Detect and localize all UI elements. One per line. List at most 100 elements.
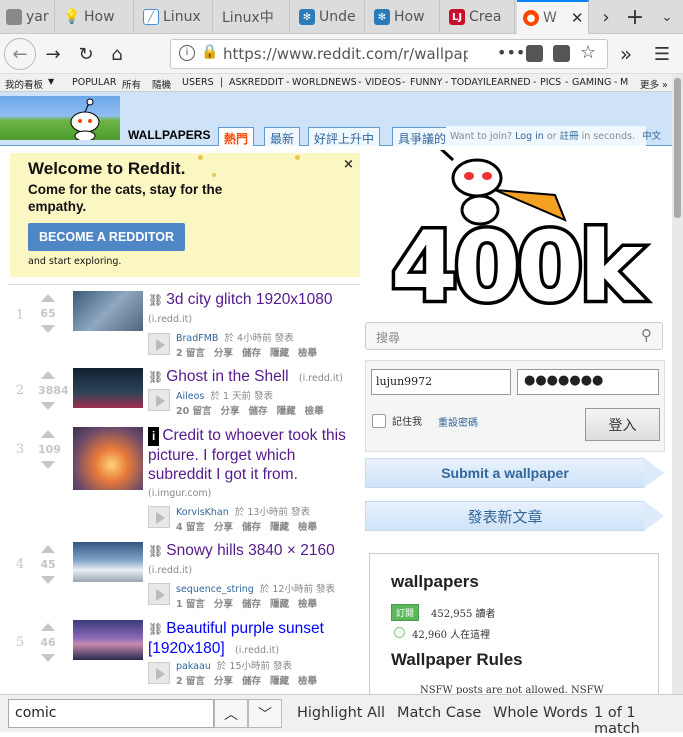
sr-link[interactable]: VIDEOS	[365, 77, 401, 88]
more-icon[interactable]: •••	[497, 43, 525, 62]
login-link[interactable]: Log in	[515, 131, 544, 142]
find-previous-button[interactable]: ︿	[214, 699, 248, 728]
hide-link[interactable]: 隱藏	[270, 676, 289, 687]
username-field[interactable]: lujun9972	[371, 369, 511, 395]
chevron-right-icon[interactable]: ›	[591, 0, 621, 34]
downvote-icon[interactable]	[41, 654, 55, 662]
comments-link[interactable]: 2 留言	[176, 676, 205, 687]
match-case-toggle[interactable]: Match Case	[397, 705, 481, 721]
login-button[interactable]: 登入	[585, 408, 660, 441]
register-link[interactable]: 註冊	[560, 131, 579, 142]
save-link[interactable]: 儲存	[242, 599, 261, 610]
expand-button[interactable]	[148, 389, 170, 411]
url-bar[interactable]: i 🔒 https://www.reddit.com/r/wallpape ••…	[170, 39, 608, 69]
home-button[interactable]: ⌂	[101, 38, 133, 70]
whole-words-toggle[interactable]: Whole Words	[493, 705, 588, 721]
post-title[interactable]: Ghost in the Shell	[166, 368, 288, 385]
subscribe-button[interactable]: 訂閱	[391, 604, 420, 621]
report-link[interactable]: 檢舉	[298, 522, 317, 533]
expand-button[interactable]	[148, 506, 170, 528]
downvote-icon[interactable]	[41, 461, 55, 469]
hide-link[interactable]: 隱藏	[270, 522, 289, 533]
post-domain[interactable]: (i.imgur.com)	[148, 484, 358, 503]
new-tab-button[interactable]: +	[620, 0, 650, 34]
info-icon[interactable]: i	[179, 45, 195, 61]
subreddit-title[interactable]: WALLPAPERS	[128, 128, 210, 142]
tab-active[interactable]: ● W ✕	[517, 0, 589, 34]
save-link[interactable]: 儲存	[242, 522, 261, 533]
scrollbar-thumb[interactable]	[674, 78, 681, 218]
post-thumbnail[interactable]	[73, 542, 143, 582]
sr-link[interactable]: PICS	[540, 77, 561, 88]
sr-link[interactable]: USERS	[182, 77, 214, 88]
scrollbar[interactable]	[672, 74, 683, 694]
submit-text-button[interactable]: 發表新文章	[365, 501, 664, 531]
author-link[interactable]: pakaau	[176, 661, 211, 672]
sr-link[interactable]: TODAYILEARNED	[451, 77, 531, 88]
share-link[interactable]: 分享	[214, 676, 233, 687]
expand-button[interactable]	[148, 333, 170, 355]
more-link[interactable]: 更多 »	[636, 77, 668, 91]
search-icon[interactable]: ⚲	[641, 326, 652, 344]
author-link[interactable]: BradFMB	[176, 333, 218, 344]
report-link[interactable]: 檢舉	[298, 348, 317, 359]
overflow-icon[interactable]: »	[610, 38, 642, 70]
comments-link[interactable]: 4 留言	[176, 522, 205, 533]
post-domain[interactable]: (i.redd.it)	[299, 373, 343, 384]
subreddit-banner[interactable]	[0, 96, 120, 142]
hide-link[interactable]: 隱藏	[270, 348, 289, 359]
remember-me[interactable]: 記住我	[372, 413, 422, 428]
close-tab-icon[interactable]: ✕	[571, 9, 584, 27]
post-domain[interactable]: (i.redd.it)	[148, 310, 358, 329]
comments-link[interactable]: 20 留言	[176, 406, 212, 417]
back-button[interactable]: ←	[4, 38, 36, 70]
forward-button[interactable]: →	[37, 38, 69, 70]
post-domain[interactable]: (i.redd.it)	[148, 561, 358, 580]
search-box[interactable]: 搜尋 ⚲	[365, 322, 663, 350]
comments-link[interactable]: 1 留言	[176, 599, 205, 610]
sr-link[interactable]: 隨機	[152, 77, 171, 91]
report-link[interactable]: 檢舉	[298, 599, 317, 610]
password-field[interactable]: ●●●●●●●	[517, 369, 659, 395]
sr-link[interactable]: WORLDNEWS	[292, 77, 357, 88]
become-redditor-button[interactable]: BECOME A REDDITOR	[28, 223, 185, 251]
downvote-icon[interactable]	[41, 325, 55, 333]
tab-4[interactable]: Linux中	[216, 0, 290, 34]
share-link[interactable]: 分享	[221, 406, 240, 417]
reload-button[interactable]: ↻	[70, 38, 102, 70]
tab-6[interactable]: ✻ How	[368, 0, 440, 34]
sr-link[interactable]: 所有	[122, 77, 141, 91]
post-thumbnail[interactable]	[73, 427, 143, 490]
save-link[interactable]: 儲存	[242, 676, 261, 687]
comments-link[interactable]: 2 留言	[176, 348, 205, 359]
sr-link[interactable]: ASKREDDIT	[229, 77, 284, 88]
chevron-down-icon[interactable]: ▼	[48, 77, 54, 86]
save-link[interactable]: 儲存	[242, 348, 261, 359]
pocket-icon[interactable]	[526, 45, 543, 62]
author-link[interactable]: sequence_string	[176, 584, 254, 595]
post-domain[interactable]: (i.redd.it)	[235, 645, 279, 656]
close-icon[interactable]: ×	[343, 157, 354, 172]
upvote-icon[interactable]	[41, 623, 55, 631]
expand-button[interactable]	[148, 662, 170, 684]
upvote-icon[interactable]	[41, 371, 55, 379]
report-link[interactable]: 檢舉	[298, 676, 317, 687]
upvote-icon[interactable]	[41, 430, 55, 438]
save-link[interactable]: 儲存	[249, 406, 268, 417]
post-title[interactable]: Snowy hills 3840 × 2160	[166, 542, 334, 559]
post-title[interactable]: Credit to whoever took this picture. I f…	[148, 427, 346, 483]
tab-5[interactable]: ✻ Unde	[293, 0, 365, 34]
post-title[interactable]: 3d city glitch 1920x1080	[166, 291, 332, 308]
url-text[interactable]: https://www.reddit.com/r/wallpape	[223, 45, 468, 63]
tab-controversial[interactable]: 具爭議的	[392, 127, 453, 146]
expand-button[interactable]	[148, 583, 170, 605]
sr-link[interactable]: POPULAR	[72, 77, 117, 88]
hide-link[interactable]: 隱藏	[277, 406, 296, 417]
downvote-icon[interactable]	[41, 402, 55, 410]
highlight-all-toggle[interactable]: Highlight All	[297, 705, 385, 721]
upvote-icon[interactable]	[41, 294, 55, 302]
post-thumbnail[interactable]	[73, 620, 143, 660]
submit-link-button[interactable]: Submit a wallpaper	[365, 458, 664, 488]
tab-1[interactable]: yar	[0, 0, 55, 34]
author-link[interactable]: KorvisKhan	[176, 507, 229, 518]
